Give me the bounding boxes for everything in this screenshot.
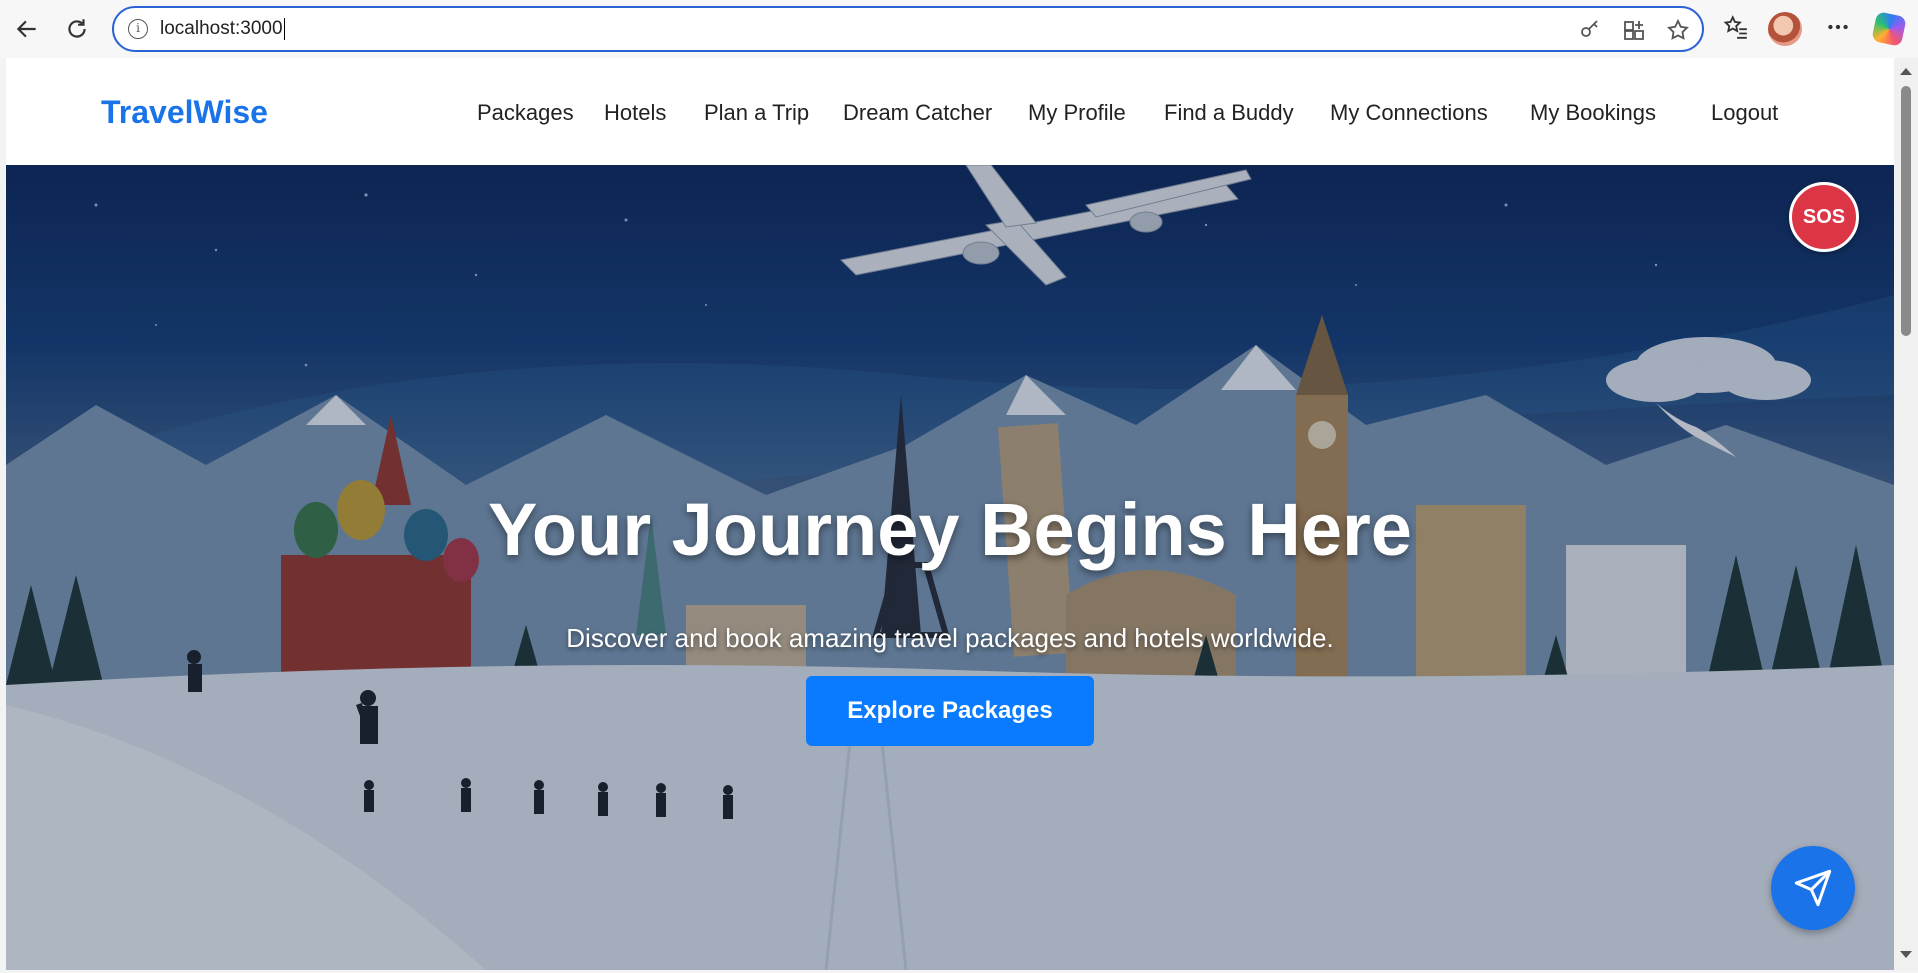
key-icon[interactable] — [1578, 18, 1602, 42]
chat-button[interactable] — [1771, 846, 1855, 930]
scroll-thumb[interactable] — [1901, 86, 1911, 336]
nav-my-profile[interactable]: My Profile — [1028, 100, 1126, 126]
nav-packages[interactable]: Packages — [477, 100, 574, 126]
vertical-scrollbar[interactable] — [1894, 58, 1918, 970]
hero-title: Your Journey Begins Here — [488, 488, 1412, 571]
browser-toolbar: i localhost:3000 — [0, 0, 1918, 58]
explore-packages-button[interactable]: Explore Packages — [806, 676, 1094, 746]
copilot-icon[interactable] — [1871, 11, 1907, 47]
nav-my-bookings[interactable]: My Bookings — [1530, 100, 1656, 126]
favorites-icon[interactable] — [1722, 13, 1750, 41]
send-icon — [1794, 869, 1832, 907]
brand-logo[interactable]: TravelWise — [101, 94, 268, 131]
apps-icon[interactable] — [1622, 18, 1646, 42]
hero-section: Your Journey Begins Here Discover and bo… — [6, 165, 1894, 970]
site-header: TravelWise Packages Hotels Plan a Trip D… — [6, 58, 1894, 165]
more-options-icon[interactable] — [1824, 13, 1852, 41]
profile-avatar[interactable] — [1768, 12, 1802, 46]
nav-hotels[interactable]: Hotels — [604, 100, 666, 126]
hero-subtitle: Discover and book amazing travel package… — [566, 623, 1334, 653]
nav-logout[interactable]: Logout — [1711, 100, 1778, 126]
star-icon[interactable] — [1666, 18, 1690, 42]
scroll-down-arrow[interactable] — [1900, 951, 1912, 958]
refresh-icon[interactable] — [60, 12, 94, 46]
scroll-up-arrow[interactable] — [1900, 68, 1912, 75]
nav-dream-catcher[interactable]: Dream Catcher — [843, 100, 992, 126]
sos-button[interactable]: SOS — [1789, 182, 1859, 252]
address-bar[interactable]: i localhost:3000 — [112, 6, 1704, 52]
back-icon[interactable] — [10, 12, 44, 46]
address-url[interactable]: localhost:3000 — [160, 18, 285, 40]
nav-my-connections[interactable]: My Connections — [1330, 100, 1488, 126]
web-page: TravelWise Packages Hotels Plan a Trip D… — [6, 58, 1894, 970]
nav-find-a-buddy[interactable]: Find a Buddy — [1164, 100, 1294, 126]
nav-plan-a-trip[interactable]: Plan a Trip — [704, 100, 809, 126]
site-info-icon[interactable]: i — [128, 19, 148, 39]
